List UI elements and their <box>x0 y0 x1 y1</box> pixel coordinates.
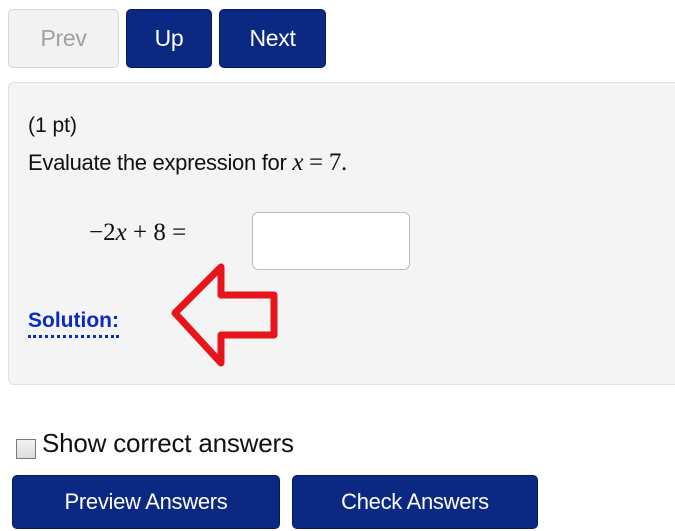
up-button[interactable]: Up <box>126 9 212 68</box>
prompt-math: x = 7 <box>292 149 341 176</box>
prompt-value: 7 <box>328 149 342 176</box>
red-outline-arrow-icon <box>171 263 278 367</box>
webwork-problem-page: Prev Up Next (1 pt) Evaluate the express… <box>0 0 675 531</box>
problem-prompt: Evaluate the expression for x = 7. <box>28 149 347 177</box>
prompt-equals: = <box>303 149 329 176</box>
solution-link[interactable]: Solution: <box>28 308 119 338</box>
prev-button[interactable]: Prev <box>8 9 119 68</box>
math-expression: −2x + 8 = <box>89 219 186 247</box>
show-correct-answers-row: Show correct answers <box>16 428 294 459</box>
expression-variable: x <box>115 219 127 246</box>
prompt-variable: x <box>292 149 304 176</box>
problem-points: (1 pt) <box>28 114 78 137</box>
show-correct-answers-checkbox[interactable] <box>16 438 36 459</box>
prompt-text: Evaluate the expression for <box>28 150 293 175</box>
check-answers-button[interactable]: Check Answers <box>292 475 538 529</box>
expression-suffix: + 8 = <box>126 219 187 246</box>
prompt-period: . <box>341 149 347 176</box>
problem-panel: (1 pt) Evaluate the expression for x = 7… <box>8 82 675 385</box>
preview-answers-button[interactable]: Preview Answers <box>12 475 280 529</box>
show-correct-answers-label[interactable]: Show correct answers <box>42 428 294 459</box>
expression-prefix: −2 <box>89 219 116 246</box>
next-button[interactable]: Next <box>219 9 326 68</box>
